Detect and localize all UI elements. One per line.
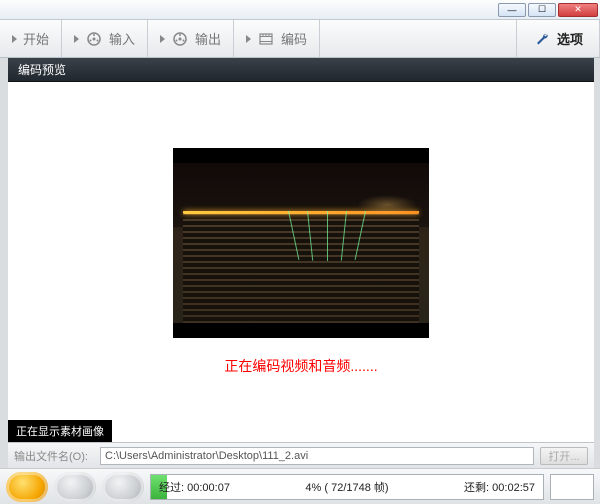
close-icon: ✕ — [574, 4, 582, 15]
encode-tab-label: 编码 — [281, 29, 307, 48]
panel-header: 编码预览 — [8, 58, 594, 82]
output-filename-label: 输出文件名(O): — [14, 448, 94, 464]
maximize-button[interactable]: ☐ — [528, 3, 556, 17]
preview-area: 正在编码视频和音频....... 正在显示素材画像 — [8, 82, 594, 442]
output-filename-input[interactable] — [100, 447, 534, 465]
app-window: — ☐ ✕ 开始 输入 输出 编码 — [0, 0, 600, 504]
content-area: 编码预览 正在编码视频和音频....... 正在显示素材画像 输出文件名(O): — [0, 58, 600, 468]
panel-title: 编码预览 — [18, 61, 66, 78]
chevron-right-icon — [160, 35, 165, 43]
footer: 经过: 00:00:07 4% ( 72/1748 帧) 还剩: 00:02:5… — [0, 468, 600, 504]
toolbar: 开始 输入 输出 编码 选项 — [0, 20, 600, 58]
options-button[interactable]: 选项 — [517, 20, 600, 57]
preview-frame — [173, 163, 429, 323]
chevron-right-icon — [74, 35, 79, 43]
output-row: 输出文件名(O): 打开... — [8, 442, 594, 468]
aux-meter — [550, 474, 594, 500]
start-tab[interactable]: 开始 — [0, 20, 62, 57]
remaining-time: 还剩: 00:02:57 — [464, 479, 535, 495]
output-tab-label: 输出 — [195, 29, 221, 48]
secondary-action-button-2[interactable] — [102, 472, 144, 502]
output-tab[interactable]: 输出 — [148, 20, 234, 57]
chevron-right-icon — [246, 35, 251, 43]
encode-tab[interactable]: 编码 — [234, 20, 320, 57]
titlebar: — ☐ ✕ — [0, 0, 600, 20]
minimize-button[interactable]: — — [498, 3, 526, 17]
progress-percent: 4% ( 72/1748 帧) — [305, 479, 388, 495]
options-label: 选项 — [557, 29, 583, 48]
toolbar-spacer — [320, 20, 517, 57]
maximize-icon: ☐ — [538, 4, 546, 15]
play-icon — [12, 35, 17, 43]
reel-icon — [85, 30, 103, 48]
secondary-action-button-1[interactable] — [54, 472, 96, 502]
minimize-icon: — — [508, 5, 517, 15]
input-tab[interactable]: 输入 — [62, 20, 148, 57]
progress-bar: 经过: 00:00:07 4% ( 72/1748 帧) 还剩: 00:02:5… — [150, 474, 544, 500]
close-button[interactable]: ✕ — [558, 3, 598, 17]
start-tab-label: 开始 — [23, 29, 49, 48]
encoding-status: 正在编码视频和音频....... — [224, 356, 377, 376]
open-button[interactable]: 打开... — [540, 447, 588, 465]
film-icon — [257, 30, 275, 48]
primary-action-button[interactable] — [6, 472, 48, 502]
reel-icon — [171, 30, 189, 48]
wrench-icon — [533, 30, 551, 48]
input-tab-label: 输入 — [109, 29, 135, 48]
elapsed-time: 经过: 00:00:07 — [159, 479, 230, 495]
material-badge: 正在显示素材画像 — [8, 420, 112, 442]
video-preview — [173, 148, 429, 338]
